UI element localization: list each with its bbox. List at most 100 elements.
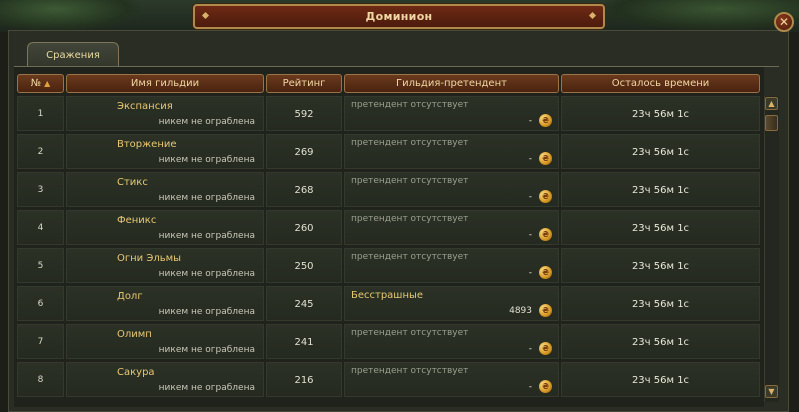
gold-coin-icon[interactable]: ₴: [539, 228, 552, 241]
cell-rating: 250: [266, 248, 342, 283]
cell-rating: 260: [266, 210, 342, 245]
bid-amount: -: [528, 344, 532, 354]
row-number: 5: [37, 261, 44, 271]
row-number: 3: [37, 185, 44, 195]
tab-battles[interactable]: Сражения: [27, 42, 119, 67]
cell-rating: 241: [266, 324, 342, 359]
bid-amount: -: [528, 382, 532, 392]
time-left: 23ч 56м 1с: [631, 261, 690, 272]
scroll-up-button[interactable]: ▲: [765, 97, 778, 110]
row-number: 2: [37, 147, 44, 157]
bid-amount: -: [528, 116, 532, 126]
column-header-challenger[interactable]: Гильдия-претендент: [344, 74, 559, 93]
gold-coin-icon[interactable]: ₴: [539, 152, 552, 165]
bid-amount: -: [528, 230, 532, 240]
guild-rating: 245: [294, 299, 314, 310]
window-title-bar[interactable]: Доминион: [193, 4, 605, 29]
gold-coin-icon[interactable]: ₴: [539, 342, 552, 355]
row-number: 4: [37, 223, 44, 233]
guild-rating: 269: [294, 147, 314, 158]
table-row[interactable]: 7 Олимп никем не ограблена 241 претендент от…: [17, 324, 760, 359]
cell-challenger: претендент отсутствует - ₴: [344, 96, 559, 131]
cell-challenger: претендент отсутствует - ₴: [344, 210, 559, 245]
cell-challenger: претендент отсутствует - ₴: [344, 324, 559, 359]
bid-amount: -: [528, 192, 532, 202]
cell-number: 4: [17, 210, 64, 245]
gold-coin-icon[interactable]: ₴: [539, 380, 552, 393]
table-row[interactable]: 8 Сакура никем не ограблена 216 претендент о…: [17, 362, 760, 397]
row-number: 7: [37, 337, 44, 347]
time-left: 23ч 56м 1с: [631, 109, 690, 120]
challenger-guild: претендент отсутствует: [351, 100, 469, 110]
guild-status: никем не ограблена: [158, 345, 255, 355]
challenger-guild: претендент отсутствует: [351, 138, 469, 148]
time-left: 23ч 56м 1с: [631, 337, 690, 348]
guild-name: Феникс: [117, 215, 157, 226]
scrollbar-track[interactable]: [764, 96, 779, 402]
guild-status: никем не ограблена: [158, 269, 255, 279]
row-number: 1: [37, 109, 44, 119]
column-header-time-left[interactable]: Осталось времени: [561, 74, 760, 93]
table-row[interactable]: 1 Экспансия никем не ограблена 592 претенден…: [17, 96, 760, 131]
cell-time-left: 23ч 56м 1с: [561, 248, 760, 283]
scroll-up-icon: ▲: [768, 99, 775, 108]
cell-rating: 269: [266, 134, 342, 169]
cell-number: 1: [17, 96, 64, 131]
cell-rating: 592: [266, 96, 342, 131]
guild-rating: 268: [294, 185, 314, 196]
column-header-label: Рейтинг: [282, 78, 326, 89]
table-row[interactable]: 2 Вторжение никем не ограблена 269 претенден…: [17, 134, 760, 169]
table-row[interactable]: 4 Феникс никем не ограблена 260 претендент о…: [17, 210, 760, 245]
guild-status: никем не ограблена: [158, 231, 255, 241]
column-header-number[interactable]: № ▲: [17, 74, 64, 93]
cell-number: 7: [17, 324, 64, 359]
cell-guild: Огни Эльмы никем не ограблена: [66, 248, 264, 283]
cell-challenger: претендент отсутствует - ₴: [344, 248, 559, 283]
guild-name: Вторжение: [117, 139, 177, 150]
window-title: Доминион: [365, 10, 433, 23]
cell-time-left: 23ч 56м 1с: [561, 286, 760, 321]
tab-label: Сражения: [46, 49, 100, 61]
challenger-guild: претендент отсутствует: [351, 366, 469, 376]
guild-rating: 216: [294, 375, 314, 386]
cell-number: 5: [17, 248, 64, 283]
guild-name: Сакура: [117, 367, 155, 378]
cell-number: 2: [17, 134, 64, 169]
scroll-down-button[interactable]: ▼: [765, 385, 778, 398]
cell-challenger: претендент отсутствует - ₴: [344, 362, 559, 397]
ornament-icon: [201, 11, 210, 20]
cell-guild: Феникс никем не ограблена: [66, 210, 264, 245]
table-row[interactable]: 3 Стикс никем не ограблена 268 претендент от…: [17, 172, 760, 207]
cell-guild: Экспансия никем не ограблена: [66, 96, 264, 131]
column-header-label: Осталось времени: [611, 78, 710, 89]
guild-rating: 241: [294, 337, 314, 348]
cell-time-left: 23ч 56м 1с: [561, 324, 760, 359]
row-number: 6: [37, 299, 44, 309]
table-row[interactable]: 5 Огни Эльмы никем не ограблена 250 претенде…: [17, 248, 760, 283]
guild-name: Олимп: [117, 329, 152, 340]
challenger-guild: претендент отсутствует: [351, 328, 469, 338]
cell-number: 3: [17, 172, 64, 207]
sort-asc-icon: ▲: [44, 79, 51, 88]
close-button[interactable]: ✕: [774, 12, 794, 32]
challenger-guild: претендент отсутствует: [351, 176, 469, 186]
gold-coin-icon[interactable]: ₴: [539, 114, 552, 127]
column-header-label: Гильдия-претендент: [396, 78, 507, 89]
cell-time-left: 23ч 56м 1с: [561, 362, 760, 397]
column-header-guild-name[interactable]: Имя гильдии: [66, 74, 264, 93]
gold-coin-icon[interactable]: ₴: [539, 304, 552, 317]
time-left: 23ч 56м 1с: [631, 299, 690, 310]
cell-number: 6: [17, 286, 64, 321]
gold-coin-icon[interactable]: ₴: [539, 190, 552, 203]
column-header-rating[interactable]: Рейтинг: [266, 74, 342, 93]
gold-coin-icon[interactable]: ₴: [539, 266, 552, 279]
cell-challenger: Бесстрашные 4893 ₴: [344, 286, 559, 321]
time-left: 23ч 56м 1с: [631, 185, 690, 196]
guild-status: никем не ограблена: [158, 383, 255, 393]
bid-amount: -: [528, 268, 532, 278]
background-foliage: [600, 0, 799, 30]
scrollbar-thumb[interactable]: [765, 115, 778, 131]
guild-status: никем не ограблена: [158, 193, 255, 203]
cell-number: 8: [17, 362, 64, 397]
table-row[interactable]: 6 Долг никем не ограблена 245 Бесстрашные 489…: [17, 286, 760, 321]
